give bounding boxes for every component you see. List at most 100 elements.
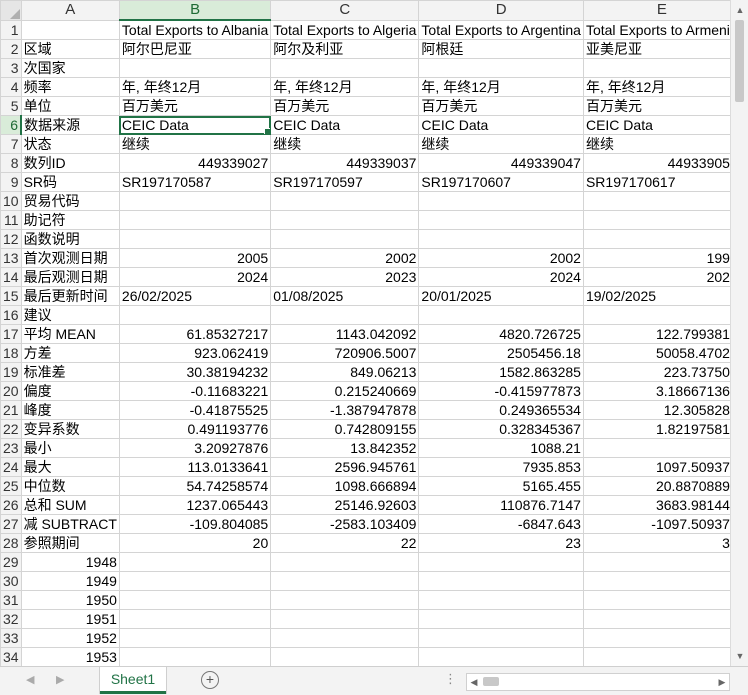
cell-E14[interactable]: 2024	[582, 267, 730, 287]
cell-E13[interactable]: 1995	[582, 248, 730, 268]
cell-C34[interactable]	[270, 647, 420, 666]
cell-C28[interactable]: 22	[270, 533, 420, 553]
cell-C16[interactable]	[270, 305, 420, 325]
sheet-tab-sheet1[interactable]: Sheet1	[100, 667, 166, 694]
cell-C15[interactable]: 01/08/2025	[270, 286, 420, 306]
cell-D2[interactable]: 阿根廷	[418, 39, 584, 59]
cell-D27[interactable]: -6847.643	[418, 514, 584, 534]
cell-E25[interactable]: 20.88708893	[582, 476, 730, 496]
cell-A17[interactable]: 平均 MEAN	[20, 324, 120, 344]
cell-D8[interactable]: 449339047	[418, 153, 584, 173]
cell-E1[interactable]: Total Exports to Armenia	[582, 19, 730, 40]
cell-B33[interactable]	[118, 628, 272, 648]
cell-E6[interactable]: CEIC Data	[582, 115, 730, 135]
row-header[interactable]: 4	[0, 77, 22, 97]
row-header[interactable]: 14	[0, 267, 22, 287]
cell-D16[interactable]	[418, 305, 584, 325]
row-header[interactable]: 12	[0, 229, 22, 249]
row-header[interactable]: 16	[0, 305, 22, 325]
cell-C2[interactable]: 阿尔及利亚	[270, 39, 420, 59]
cell-A14[interactable]: 最后观测日期	[20, 267, 120, 287]
row-header[interactable]: 23	[0, 438, 22, 458]
cell-C27[interactable]: -2583.103409	[270, 514, 420, 534]
row-header[interactable]: 3	[0, 58, 22, 78]
more-options-icon[interactable]: ⋮	[444, 671, 457, 687]
cell-C14[interactable]: 2023	[270, 267, 420, 287]
cell-A3[interactable]: 次国家	[20, 58, 120, 78]
cell-C12[interactable]	[270, 229, 420, 249]
cell-D4[interactable]: 年, 年终12月	[418, 77, 584, 97]
vertical-scroll-thumb[interactable]	[735, 20, 744, 102]
cell-A8[interactable]: 数列ID	[20, 153, 120, 173]
cell-B3[interactable]	[118, 58, 272, 78]
cell-B29[interactable]	[118, 552, 272, 572]
cell-A16[interactable]: 建议	[20, 305, 120, 325]
cell-A29[interactable]: 1948	[20, 552, 120, 572]
row-header[interactable]: 17	[0, 324, 22, 344]
cell-D34[interactable]	[418, 647, 584, 666]
cell-A2[interactable]: 区域	[20, 39, 120, 59]
cell-D14[interactable]: 2024	[418, 267, 584, 287]
cell-D17[interactable]: 4820.726725	[418, 324, 584, 344]
row-header[interactable]: 2	[0, 39, 22, 59]
row-header[interactable]: 9	[0, 172, 22, 192]
cell-B20[interactable]: -0.11683221	[118, 381, 272, 401]
row-header[interactable]: 27	[0, 514, 22, 534]
cell-D24[interactable]: 7935.853	[418, 457, 584, 477]
cell-A30[interactable]: 1949	[20, 571, 120, 591]
row-header[interactable]: 8	[0, 153, 22, 173]
cell-B4[interactable]: 年, 年终12月	[118, 77, 272, 97]
cell-C19[interactable]: 849.06213	[270, 362, 420, 382]
cell-C1[interactable]: Total Exports to Algeria	[270, 19, 420, 40]
spreadsheet-grid[interactable]: ABCDEF 1Total Exports to AlbaniaTotal Ex…	[0, 0, 730, 666]
cell-D29[interactable]	[418, 552, 584, 572]
cell-E26[interactable]: 3683.981441	[582, 495, 730, 515]
row-header[interactable]: 30	[0, 571, 22, 591]
cell-C17[interactable]: 1143.042092	[270, 324, 420, 344]
cell-D20[interactable]: -0.415977873	[418, 381, 584, 401]
cell-E28[interactable]: 30	[582, 533, 730, 553]
cell-C22[interactable]: 0.742809155	[270, 419, 420, 439]
cell-C11[interactable]	[270, 210, 420, 230]
cell-A25[interactable]: 中位数	[20, 476, 120, 496]
cell-D11[interactable]	[418, 210, 584, 230]
row-header[interactable]: 1	[0, 19, 22, 40]
cell-D1[interactable]: Total Exports to Argentina	[418, 19, 584, 40]
cell-A34[interactable]: 1953	[20, 647, 120, 666]
scroll-down-icon[interactable]: ▼	[731, 648, 748, 664]
cell-D33[interactable]	[418, 628, 584, 648]
cell-B5[interactable]: 百万美元	[118, 96, 272, 116]
cell-A13[interactable]: 首次观测日期	[20, 248, 120, 268]
cell-E27[interactable]: -1097.509371	[582, 514, 730, 534]
cell-E12[interactable]	[582, 229, 730, 249]
cell-C4[interactable]: 年, 年终12月	[270, 77, 420, 97]
cell-D15[interactable]: 20/01/2025	[418, 286, 584, 306]
column-header-C[interactable]: C	[270, 0, 420, 21]
cell-A32[interactable]: 1951	[20, 609, 120, 629]
cell-B25[interactable]: 54.74258574	[118, 476, 272, 496]
cell-A11[interactable]: 助记符	[20, 210, 120, 230]
cell-E32[interactable]	[582, 609, 730, 629]
cell-E20[interactable]: 3.186671362	[582, 381, 730, 401]
column-header-B[interactable]: B	[118, 0, 272, 21]
cell-B10[interactable]	[118, 191, 272, 211]
cell-D22[interactable]: 0.328345367	[418, 419, 584, 439]
cell-B32[interactable]	[118, 609, 272, 629]
row-header[interactable]: 5	[0, 96, 22, 116]
cell-D31[interactable]	[418, 590, 584, 610]
cell-C7[interactable]: 继续	[270, 134, 420, 154]
cell-D12[interactable]	[418, 229, 584, 249]
cell-E3[interactable]	[582, 58, 730, 78]
cell-E8[interactable]: 449339057	[582, 153, 730, 173]
cell-A27[interactable]: 减 SUBTRACT	[20, 514, 120, 534]
cell-E22[interactable]: 1.821975815	[582, 419, 730, 439]
cell-A18[interactable]: 方差	[20, 343, 120, 363]
cell-D18[interactable]: 2505456.18	[418, 343, 584, 363]
cell-C29[interactable]	[270, 552, 420, 572]
cell-B16[interactable]	[118, 305, 272, 325]
cell-A5[interactable]: 单位	[20, 96, 120, 116]
horizontal-scroll-thumb[interactable]	[483, 677, 499, 686]
row-header[interactable]: 33	[0, 628, 22, 648]
cell-B15[interactable]: 26/02/2025	[118, 286, 272, 306]
cell-E9[interactable]: SR197170617	[582, 172, 730, 192]
